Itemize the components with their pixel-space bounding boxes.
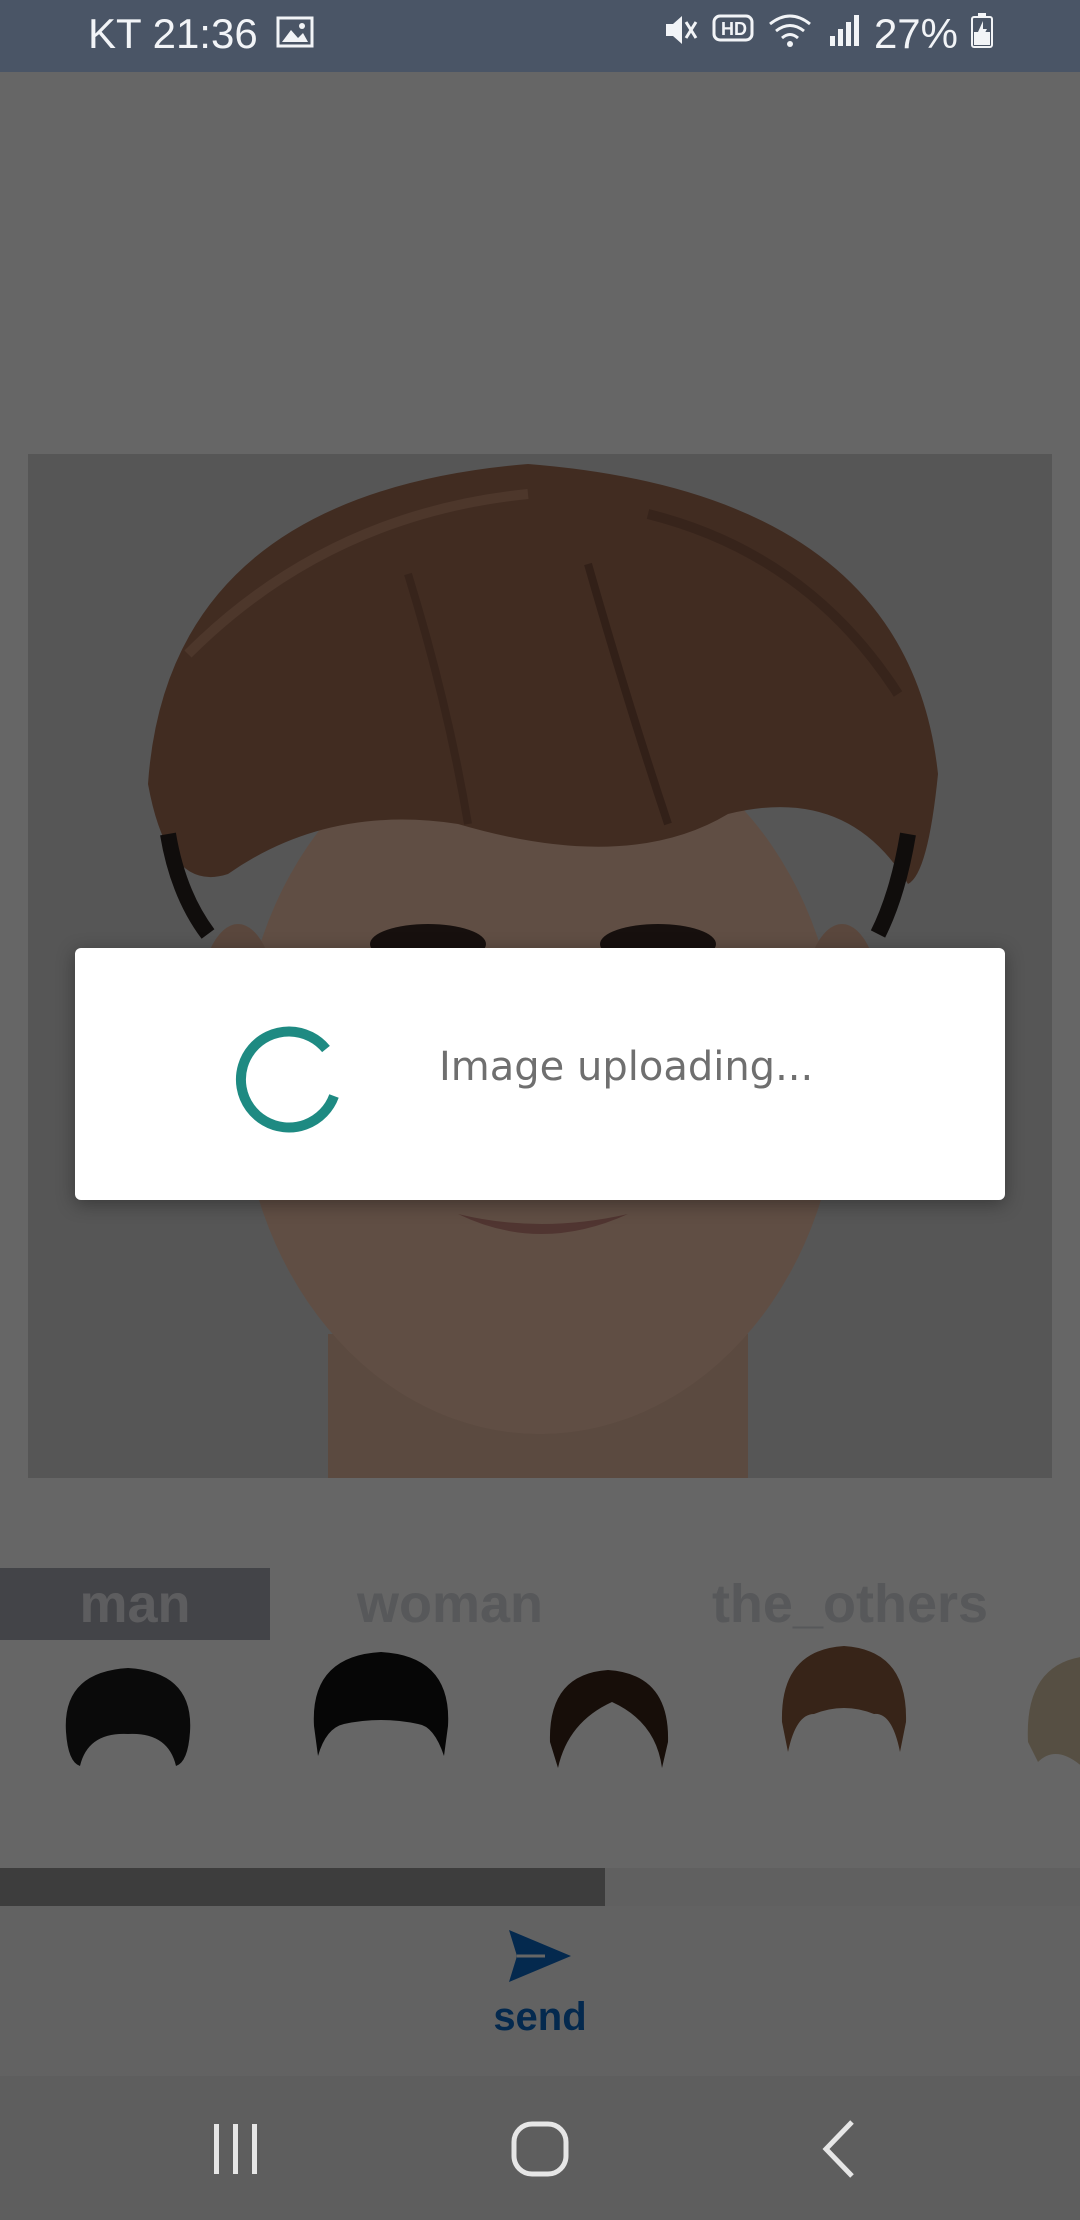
- upload-dialog: Image uploading...: [75, 948, 1005, 1200]
- gallery-icon: [276, 10, 314, 58]
- mute-icon: [662, 10, 700, 58]
- loading-spinner: [231, 1014, 351, 1134]
- battery-percent: 27%: [873, 10, 958, 57]
- dialog-message: Image uploading...: [439, 1044, 814, 1090]
- system-nav-bar: [0, 2076, 1080, 2220]
- battery-charging-icon: [970, 10, 994, 58]
- svg-text:HD: HD: [721, 19, 747, 39]
- carrier-time: KT 21:36: [88, 10, 258, 57]
- home-icon[interactable]: [500, 2114, 580, 2184]
- wifi-icon: [766, 10, 814, 58]
- hd-voice-icon: HD: [712, 10, 754, 58]
- back-icon[interactable]: [800, 2114, 880, 2184]
- signal-icon: [826, 10, 862, 58]
- status-bar: KT 21:36 HD 27%: [0, 0, 1080, 72]
- recent-apps-icon[interactable]: [196, 2114, 276, 2184]
